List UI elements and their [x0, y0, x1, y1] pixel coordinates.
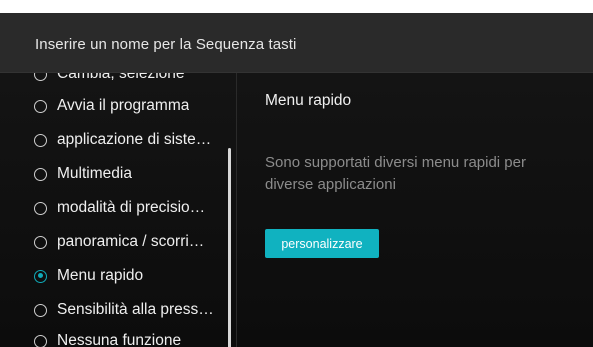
- dialog-title: Inserire un nome per la Sequenza tasti: [35, 36, 297, 53]
- key-sequence-dialog: Inserire un nome per la Sequenza tasti C…: [0, 13, 593, 347]
- option-applicazione-sistema[interactable]: applicazione di siste…: [24, 124, 224, 156]
- radio-icon[interactable]: [34, 201, 47, 215]
- option-cambia-selezione[interactable]: Cambia, selezione: [24, 73, 224, 90]
- radio-icon[interactable]: [34, 334, 47, 347]
- sidebar-scrollbar[interactable]: [228, 148, 231, 347]
- option-sensibilita-pressione[interactable]: Sensibilità alla press…: [24, 294, 224, 326]
- option-multimedia[interactable]: Multimedia: [24, 158, 224, 190]
- option-nessuna-funzione[interactable]: Nessuna funzione: [24, 325, 224, 347]
- option-label: Menu rapido: [57, 267, 144, 284]
- option-label: panoramica / scorri…: [57, 233, 205, 250]
- radio-icon[interactable]: [34, 73, 47, 81]
- option-label: applicazione di siste…: [57, 131, 212, 148]
- content-description: Sono supportati diversi menu rapidi per …: [265, 154, 526, 193]
- content-title: Menu rapido: [265, 92, 352, 109]
- option-label: modalità di precisio…: [57, 199, 206, 216]
- radio-icon[interactable]: [34, 235, 47, 249]
- option-avvia-programma[interactable]: Avvia il programma: [24, 90, 224, 122]
- radio-checked-icon[interactable]: [34, 269, 47, 283]
- dialog-header: Inserire un nome per la Sequenza tasti: [0, 13, 593, 73]
- option-panoramica-scorrimento[interactable]: panoramica / scorri…: [24, 226, 224, 258]
- radio-icon[interactable]: [34, 133, 47, 147]
- panel-divider: [236, 73, 237, 347]
- option-label: Cambia, selezione: [57, 73, 185, 82]
- radio-icon[interactable]: [34, 99, 47, 113]
- option-modalita-precisione[interactable]: modalità di precisio…: [24, 192, 224, 224]
- radio-icon[interactable]: [34, 167, 47, 181]
- option-label: Nessuna funzione: [57, 332, 182, 347]
- option-label: Sensibilità alla press…: [57, 301, 214, 318]
- option-label: Avvia il programma: [57, 97, 190, 114]
- option-menu-rapido[interactable]: Menu rapido: [24, 260, 224, 292]
- radio-icon[interactable]: [34, 303, 47, 317]
- function-options-list[interactable]: Cambia, selezione Avvia il programma app…: [24, 73, 236, 347]
- option-label: Multimedia: [57, 165, 132, 182]
- top-white-strip: [0, 0, 593, 13]
- customize-button[interactable]: personalizzare: [265, 229, 379, 258]
